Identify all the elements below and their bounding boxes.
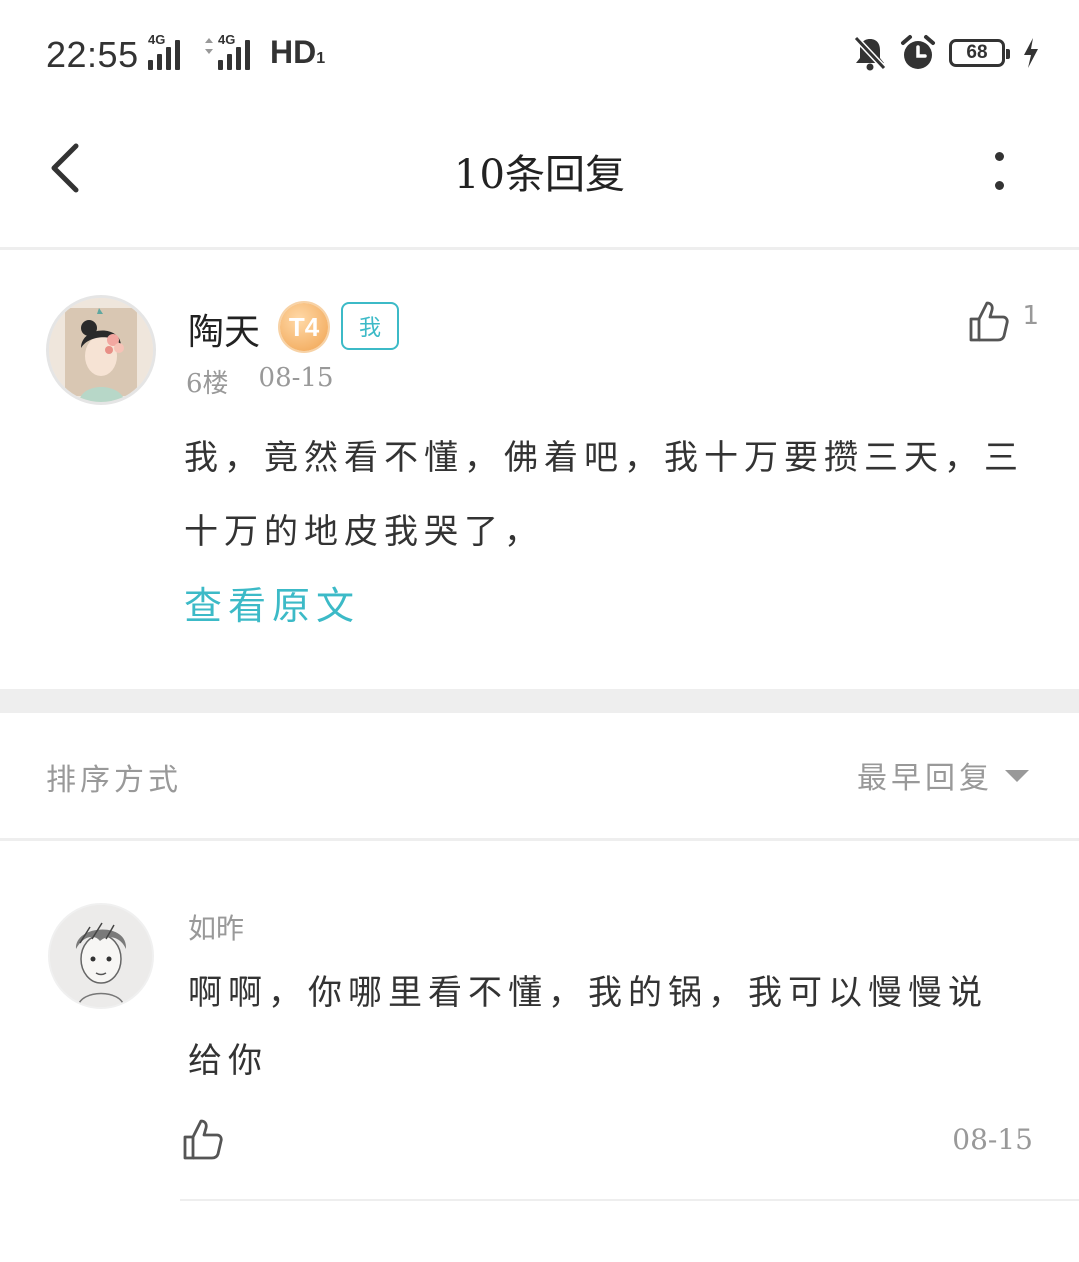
status-bar: 22:55 4G 4G HD1 68	[0, 0, 1079, 110]
hd-indicator: HD1	[270, 34, 326, 70]
post-floor: 6楼	[186, 369, 229, 399]
me-badge: 我	[341, 302, 399, 350]
alarm-icon	[901, 35, 935, 69]
thumbs-up-icon	[970, 301, 1010, 342]
page-title: 10条回复	[454, 152, 625, 198]
reply-content: 啊啊，你哪里看不懂，我的锅，我可以慢慢说给你	[188, 973, 988, 1081]
section-divider	[0, 689, 1079, 713]
post-meta: 6楼 08-15	[186, 363, 334, 400]
main-post: 陶天 T4 我 6楼 08-15 1 我，竟然看不懂，佛着吧，我十万要攒三天，三…	[0, 253, 1079, 689]
reply-like-button[interactable]	[182, 1117, 224, 1165]
view-original-link[interactable]: 查看原文	[184, 575, 360, 630]
post-like-count: 1	[1022, 301, 1039, 331]
more-options-button[interactable]	[979, 146, 1019, 196]
signal-icon-sim1: 4G	[148, 32, 196, 70]
avatar-illustration-icon	[49, 298, 153, 402]
thumbs-up-icon	[183, 1119, 223, 1160]
user-level-badge: T4	[280, 303, 328, 351]
more-dot-icon	[994, 181, 1004, 190]
data-arrows-icon	[205, 38, 213, 54]
post-like-button[interactable]: 1	[968, 299, 1039, 343]
caret-down-icon	[1005, 770, 1029, 782]
sort-label: 排序方式	[46, 763, 182, 798]
signal-icon-sim2: 4G	[204, 32, 264, 70]
sort-dropdown[interactable]: 最早回复	[857, 753, 1031, 797]
charging-icon	[1024, 38, 1038, 68]
reply-item: 如昨 啊啊，你哪里看不懂，我的锅，我可以慢慢说给你 08-15	[0, 841, 1079, 1201]
top-app-bar: 10条回复	[0, 110, 1079, 250]
status-time: 22:55	[46, 34, 139, 75]
reply-author-name[interactable]: 如昨	[188, 907, 244, 947]
post-author-name[interactable]: 陶天	[188, 303, 260, 355]
more-dot-icon	[994, 152, 1004, 161]
avatar[interactable]	[46, 295, 156, 405]
avatar[interactable]	[48, 903, 154, 1009]
post-date: 08-15	[258, 363, 334, 393]
mute-bell-icon	[853, 35, 887, 71]
battery-icon: 68	[949, 39, 1010, 67]
avatar-sketch-icon	[50, 905, 152, 1007]
reply-date: 08-15	[952, 1123, 1033, 1156]
reply-divider	[180, 1199, 1079, 1201]
sort-value: 最早回复	[857, 761, 993, 796]
sort-row: 排序方式 最早回复	[0, 713, 1079, 841]
post-content: 我，竟然看不懂，佛着吧，我十万要攒三天，三十万的地皮我哭了，	[184, 438, 1024, 552]
